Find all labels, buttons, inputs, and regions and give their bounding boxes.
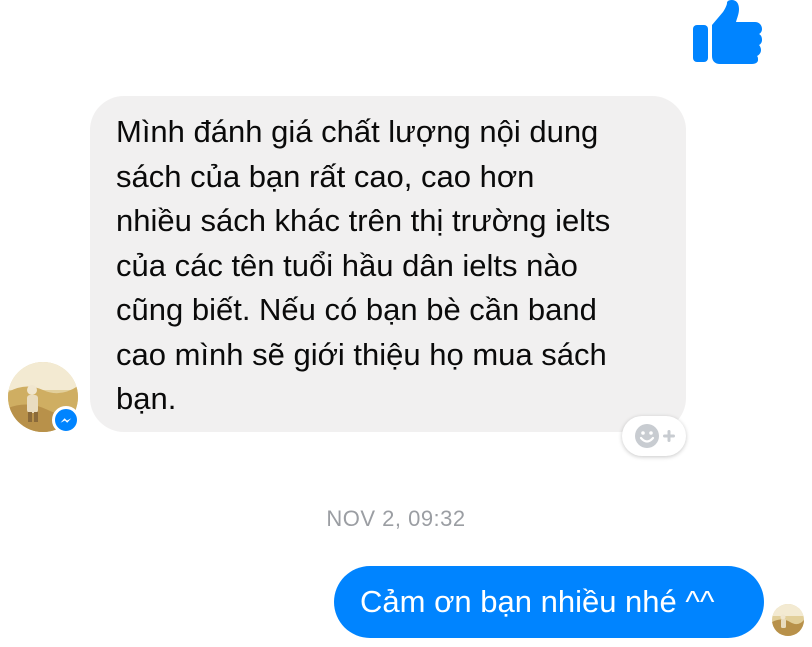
messenger-icon xyxy=(60,418,72,423)
incoming-message-text: Mình đánh giá chất lượng nội dung sách c… xyxy=(116,114,611,416)
messenger-badge xyxy=(52,406,80,434)
add-reaction-icon xyxy=(635,424,675,448)
message-timestamp: NOV 2, 09:32 xyxy=(326,506,466,531)
chat-thread: Mình đánh giá chất lượng nội dung sách c… xyxy=(0,0,812,647)
add-reaction-button[interactable] xyxy=(622,416,686,456)
read-receipt-photo xyxy=(772,604,804,636)
outgoing-message-bubble[interactable]: Cảm ơn bạn nhiều nhé ^^ xyxy=(334,566,764,638)
thumbs-up-icon xyxy=(693,0,762,64)
outgoing-message-text: Cảm ơn bạn nhiều nhé ^^ xyxy=(360,584,715,619)
incoming-message-bubble[interactable]: Mình đánh giá chất lượng nội dung sách c… xyxy=(90,96,686,432)
read-receipt-avatar xyxy=(772,604,804,636)
